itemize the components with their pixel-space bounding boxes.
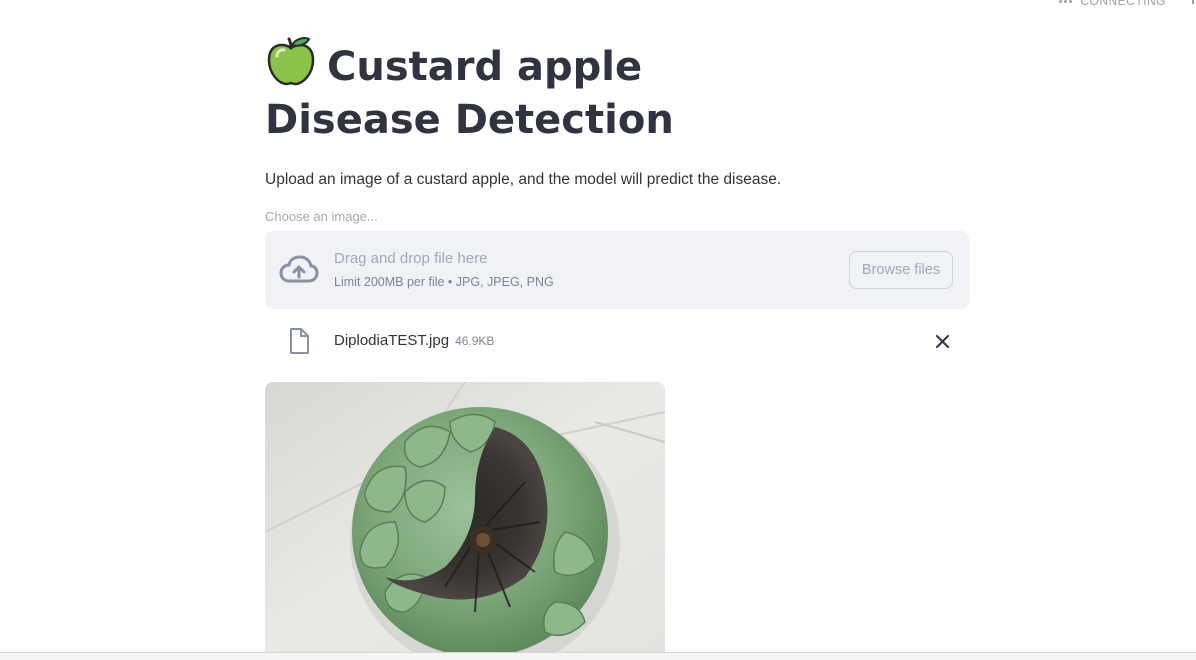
file-dropzone[interactable]: Drag and drop file here Limit 200MB per … [265, 231, 969, 309]
close-icon[interactable] [936, 335, 949, 348]
dropzone-limit-text: Limit 200MB per file • JPG, JPEG, PNG [334, 275, 554, 289]
file-uploader-label: Choose an image... [265, 209, 378, 224]
uploaded-file-row: DiplodiaTEST.jpg 46.9KB [265, 323, 969, 359]
uploaded-file-name: DiplodiaTEST.jpg [334, 332, 450, 349]
cloud-upload-icon [279, 255, 319, 283]
status-edge [1192, 0, 1194, 4]
status-dots-icon [1059, 0, 1073, 3]
connection-status-text: CONNECTING [1080, 0, 1166, 8]
uploaded-image-preview [265, 382, 665, 652]
page-title: Custard apple Disease Detection [265, 36, 805, 147]
uploaded-file-size: 46.9KB [455, 334, 495, 348]
browse-files-button[interactable]: Browse files [849, 251, 953, 289]
main-content: Custard apple Disease Detection Upload a… [265, 0, 969, 652]
page-title-text: Custard apple Disease Detection [265, 44, 674, 143]
uploaded-file-info: DiplodiaTEST.jpg 46.9KB [334, 332, 494, 349]
page-description: Upload an image of a custard apple, and … [265, 171, 782, 188]
dropzone-title: Drag and drop file here [334, 250, 488, 267]
connection-status: CONNECTING [1059, 0, 1194, 8]
custard-apple-photo [265, 382, 665, 652]
dropzone-instructions: Drag and drop file here Limit 200MB per … [334, 250, 554, 289]
green-apple-icon [267, 37, 315, 86]
file-icon [290, 328, 309, 354]
